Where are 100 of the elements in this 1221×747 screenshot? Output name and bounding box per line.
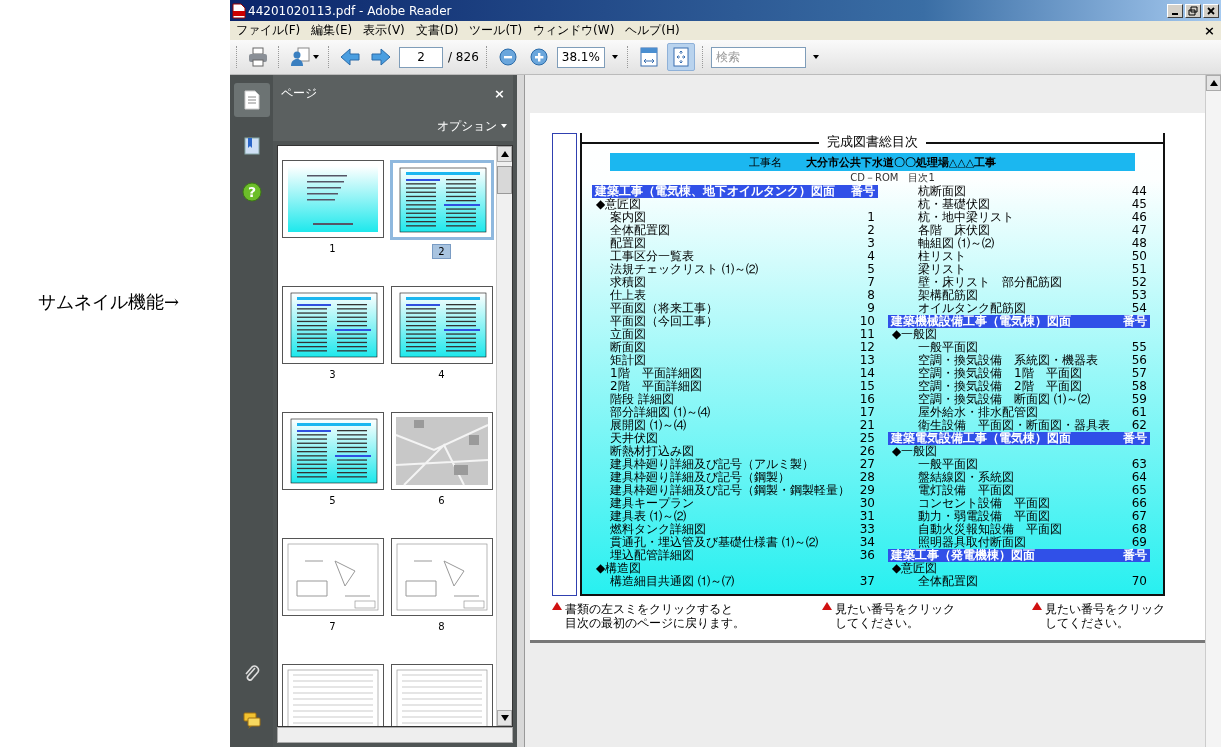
toc-entry[interactable]: 軸組図 ⑴～⑵ [918, 237, 994, 250]
toc-entry[interactable]: 1階 平面詳細図 [610, 367, 702, 380]
page-thumbnail[interactable] [390, 664, 493, 726]
toc-entry[interactable]: 天井伏図 [610, 432, 658, 445]
page-number-link[interactable]: 7 [867, 276, 875, 289]
toc-entry[interactable]: 建具キープラン [610, 497, 694, 510]
page-number-link[interactable]: 51 [1131, 263, 1147, 276]
toc-entry[interactable]: 貫通孔・埋込管及び基礎仕様書 ⑴～⑵ [610, 536, 818, 549]
page-thumbnail[interactable] [390, 412, 493, 490]
page-number-link[interactable]: 45 [1131, 198, 1147, 211]
toc-entry[interactable]: 空調・換気設備 断面図 ⑴～⑵ [918, 393, 1090, 406]
page-number-link[interactable]: 13 [859, 354, 875, 367]
page-number-link[interactable]: 2 [867, 224, 875, 237]
scrollbar[interactable] [1205, 75, 1221, 747]
menu-item[interactable]: ウィンドウ(W) [529, 22, 619, 39]
page-number-link[interactable]: 8 [867, 289, 875, 302]
page-number-link[interactable]: 27 [859, 458, 875, 471]
page-number-link[interactable]: 62 [1131, 419, 1147, 432]
page-number-link[interactable]: 55 [1131, 341, 1147, 354]
page-number-link[interactable]: 26 [859, 445, 875, 458]
page-thumbnail[interactable] [281, 160, 384, 238]
toc-entry[interactable]: 全体配置図 [918, 575, 978, 588]
scroll-up-icon[interactable] [500, 151, 509, 157]
page-thumbnail[interactable] [281, 538, 384, 616]
toc-entry[interactable]: 配置図 [610, 237, 646, 250]
fit-page-button[interactable] [666, 43, 695, 71]
page-number-link[interactable]: 9 [867, 302, 875, 315]
toc-entry[interactable]: 求積図 [610, 276, 646, 289]
scroll-down-icon[interactable] [500, 715, 509, 721]
page-number-link[interactable]: 37 [859, 575, 875, 588]
page-thumbnail[interactable] [281, 286, 384, 364]
page-number-link[interactable]: 31 [859, 510, 875, 523]
toc-entry[interactable]: 案内図 [610, 211, 646, 224]
close-document-button[interactable]: × [1200, 23, 1219, 38]
page-number-link[interactable]: 54 [1131, 302, 1147, 315]
page-number-link[interactable]: 65 [1131, 484, 1147, 497]
restore-button[interactable] [1185, 3, 1201, 18]
page-number-link[interactable]: 12 [859, 341, 875, 354]
page-number-link[interactable]: 36 [859, 549, 875, 562]
page-number-link[interactable]: 47 [1131, 224, 1147, 237]
scrollbar-thumb[interactable] [497, 166, 512, 194]
page-thumbnail[interactable] [390, 286, 493, 364]
page-number-link[interactable]: 3 [867, 237, 875, 250]
page-number-link[interactable]: 53 [1131, 289, 1147, 302]
page-number-link[interactable]: 56 [1131, 354, 1147, 367]
toc-entry[interactable]: 杭・基礎伏図 [918, 198, 990, 211]
options-button[interactable]: オプション [437, 117, 507, 135]
toc-entry[interactable]: 電灯設備 平面図 [918, 484, 1014, 497]
page-number-link[interactable]: 34 [859, 536, 875, 549]
page-number-link[interactable]: 21 [859, 419, 875, 432]
toc-entry[interactable]: 埋込配管詳細図 [610, 549, 694, 562]
page-number-field[interactable]: 2 [399, 46, 443, 68]
toc-entry[interactable]: 壁・床リスト 部分配筋図 [918, 276, 1062, 289]
close-panel-button[interactable]: × [494, 85, 505, 101]
page-thumbnail[interactable] [281, 664, 384, 726]
toc-entry[interactable]: 建具枠廻り詳細及び記号（鋼製） [610, 471, 790, 484]
toc-entry[interactable]: 矩計図 [610, 354, 646, 367]
toc-entry[interactable]: 展開図 ⑴～⑷ [610, 419, 686, 432]
toc-entry[interactable]: 部分詳細図 ⑴～⑷ [610, 406, 710, 419]
page-thumbnail[interactable] [389, 160, 494, 240]
horizontal-scrollbar[interactable] [277, 727, 513, 743]
toc-entry[interactable]: 屋外給水・排水配管図 [918, 406, 1038, 419]
toc-entry[interactable]: 動力・弱電設備 平面図 [918, 510, 1050, 523]
toc-entry[interactable]: 断熱材打込み図 [610, 445, 694, 458]
page-thumbnail[interactable] [281, 412, 384, 490]
toc-entry[interactable]: 立面図 [610, 328, 646, 341]
page-number-link[interactable]: 16 [859, 393, 875, 406]
menu-item[interactable]: ヘルプ(H) [621, 22, 684, 39]
toc-entry[interactable]: 衛生設備 平面図・断面図・器具表 [918, 419, 1110, 432]
toc-entry[interactable]: 法規チェックリスト ⑴～⑵ [610, 263, 758, 276]
menu-item[interactable]: ツール(T) [465, 22, 527, 39]
page-number-link[interactable]: 5 [867, 263, 875, 276]
menu-item[interactable]: 編集(E) [307, 22, 357, 39]
toc-entry[interactable]: 建具表 ⑴～⑵ [610, 510, 686, 523]
pages-tab[interactable] [233, 83, 270, 117]
toc-entry[interactable]: 平面図（将来工事） [610, 302, 718, 315]
page-number-link[interactable]: 30 [859, 497, 875, 510]
scrollbar[interactable] [496, 146, 512, 726]
page-number-link[interactable]: 69 [1131, 536, 1147, 549]
toc-entry[interactable]: 平面図（今回工事） [610, 315, 718, 328]
menu-item[interactable]: 表示(V) [359, 22, 409, 39]
page-number-link[interactable]: 48 [1131, 237, 1147, 250]
page-number-link[interactable]: 28 [859, 471, 875, 484]
toc-entry[interactable]: 建具枠廻り詳細及び記号（アルミ製） [610, 458, 814, 471]
page-number-link[interactable]: 63 [1131, 458, 1147, 471]
toc-entry[interactable]: 工事区分一覧表 [610, 250, 694, 263]
page-number-link[interactable]: 68 [1131, 523, 1147, 536]
toc-entry[interactable]: 建具枠廻り詳細及び記号（鋼製・鋼製軽量） [610, 484, 850, 497]
page-number-link[interactable]: 46 [1131, 211, 1147, 224]
page-number-link[interactable]: 59 [1131, 393, 1147, 406]
toc-entry[interactable]: 照明器具取付断面図 [918, 536, 1026, 549]
toc-entry[interactable]: 仕上表 [610, 289, 646, 302]
page-number-link[interactable]: 17 [859, 406, 875, 419]
page-number-link[interactable]: 58 [1131, 380, 1147, 393]
page-number-link[interactable]: 67 [1131, 510, 1147, 523]
toc-entry[interactable]: 階段 詳細図 [610, 393, 674, 406]
toc-entry[interactable]: 各階 床伏図 [918, 224, 990, 237]
toc-entry[interactable]: 空調・換気設備 2階 平面図 [918, 380, 1082, 393]
scroll-up-icon[interactable] [1209, 80, 1218, 86]
menu-item[interactable]: ファイル(F) [232, 22, 305, 39]
